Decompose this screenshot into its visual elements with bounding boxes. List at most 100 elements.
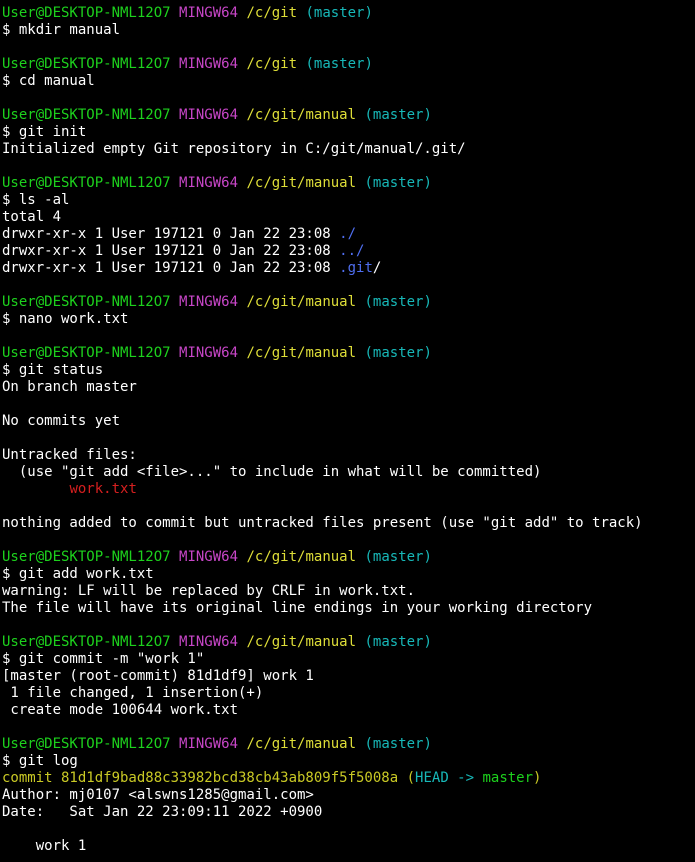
terminal-line: work 1 (2, 838, 695, 855)
terminal-text: $ cd manual (2, 73, 95, 89)
terminal-text: [master (root-commit) 81d1df9] work 1 (2, 668, 314, 684)
terminal-line: drwxr-xr-x 1 User 197121 0 Jan 22 23:08 … (2, 260, 695, 277)
prompt-branch: (master) (364, 549, 432, 565)
terminal-line: [master (root-commit) 81d1df9] work 1 (2, 668, 695, 685)
terminal-line: commit 81d1df9bad88c33982bcd38cb43ab809f… (2, 770, 695, 787)
terminal-line: The file will have its original line end… (2, 600, 695, 617)
prompt-branch: (master) (364, 634, 432, 650)
terminal-line: $ mkdir manual (2, 22, 695, 39)
terminal-line: No commits yet (2, 413, 695, 430)
terminal-line: User@DESKTOP-NML12O7 MINGW64 /c/git (mas… (2, 5, 695, 22)
terminal-text: create mode 100644 work.txt (2, 702, 239, 718)
prompt-mingw: MINGW64 (179, 294, 239, 310)
prompt-branch: (master) (305, 56, 373, 72)
prompt-user-host: User@DESKTOP-NML12O7 (2, 736, 171, 752)
directory-entry: ../ (339, 243, 365, 259)
prompt-user-host: User@DESKTOP-NML12O7 (2, 175, 171, 191)
terminal-line: Author: mj0107 <alswns1285@gmail.com> (2, 787, 695, 804)
prompt-branch: (master) (364, 294, 432, 310)
branch-ref: master (482, 770, 534, 786)
terminal-text: / (372, 260, 382, 276)
prompt-user-host: User@DESKTOP-NML12O7 (2, 345, 171, 361)
terminal-line: work.txt (2, 481, 695, 498)
terminal-text: $ git status (2, 362, 104, 378)
terminal-line: 1 file changed, 1 insertion(+) (2, 685, 695, 702)
commit-hash: ) (533, 770, 542, 786)
prompt-path: /c/git (246, 5, 298, 21)
terminal-text: $ nano work.txt (2, 311, 129, 327)
terminal-line: User@DESKTOP-NML12O7 MINGW64 /c/git/manu… (2, 175, 695, 192)
prompt-user-host: User@DESKTOP-NML12O7 (2, 56, 171, 72)
terminal-text: (use "git add <file>..." to include in w… (2, 464, 542, 480)
terminal-text: drwxr-xr-x 1 User 197121 0 Jan 22 23:08 (2, 260, 340, 276)
terminal-line: drwxr-xr-x 1 User 197121 0 Jan 22 23:08 … (2, 243, 695, 260)
prompt-mingw: MINGW64 (179, 56, 239, 72)
terminal-text: The file will have its original line end… (2, 600, 593, 616)
terminal-line: total 4 (2, 209, 695, 226)
prompt-user-host: User@DESKTOP-NML12O7 (2, 107, 171, 123)
commit-hash: ( (406, 770, 416, 786)
terminal-line: $ git commit -m "work 1" (2, 651, 695, 668)
terminal-text: work 1 (2, 838, 87, 854)
prompt-mingw: MINGW64 (179, 5, 239, 21)
prompt-user-host: User@DESKTOP-NML12O7 (2, 634, 171, 650)
terminal-text: $ git log (2, 753, 78, 769)
terminal-line: (use "git add <file>..." to include in w… (2, 464, 695, 481)
terminal-window[interactable]: User@DESKTOP-NML12O7 MINGW64 /c/git (mas… (0, 0, 695, 862)
commit-hash: commit 81d1df9bad88c33982bcd38cb43ab809f… (2, 770, 399, 786)
terminal-line: warning: LF will be replaced by CRLF in … (2, 583, 695, 600)
terminal-line: create mode 100644 work.txt (2, 702, 695, 719)
terminal-text: Date: Sat Jan 22 23:09:11 2022 +0900 (2, 804, 323, 820)
prompt-mingw: MINGW64 (179, 549, 239, 565)
terminal-line: $ git add work.txt (2, 566, 695, 583)
prompt-path: /c/git/manual (246, 345, 357, 361)
terminal-text: 1 file changed, 1 insertion(+) (2, 685, 264, 701)
prompt-branch: (master) (364, 175, 432, 191)
prompt-path: /c/git (246, 56, 298, 72)
prompt-path: /c/git/manual (246, 736, 357, 752)
terminal-text: $ git commit -m "work 1" (2, 651, 205, 667)
prompt-path: /c/git/manual (246, 634, 357, 650)
prompt-mingw: MINGW64 (179, 634, 239, 650)
terminal-line: User@DESKTOP-NML12O7 MINGW64 /c/git/manu… (2, 634, 695, 651)
terminal-line: $ cd manual (2, 73, 695, 90)
terminal-line: $ git init (2, 124, 695, 141)
terminal-line: User@DESKTOP-NML12O7 MINGW64 /c/git/manu… (2, 549, 695, 566)
prompt-branch: (master) (364, 107, 432, 123)
prompt-branch: (master) (364, 736, 432, 752)
prompt-mingw: MINGW64 (179, 736, 239, 752)
terminal-text: $ git add work.txt (2, 566, 154, 582)
terminal-text: Untracked files: (2, 447, 137, 463)
terminal-text: Author: mj0107 <alswns1285@gmail.com> (2, 787, 314, 803)
terminal-text: nothing added to commit but untracked fi… (2, 515, 643, 531)
terminal-line: $ ls -al (2, 192, 695, 209)
terminal-text: drwxr-xr-x 1 User 197121 0 Jan 22 23:08 (2, 226, 340, 242)
terminal-line: User@DESKTOP-NML12O7 MINGW64 /c/git (mas… (2, 56, 695, 73)
prompt-mingw: MINGW64 (179, 175, 239, 191)
terminal-line: User@DESKTOP-NML12O7 MINGW64 /c/git/manu… (2, 345, 695, 362)
prompt-mingw: MINGW64 (179, 345, 239, 361)
terminal-text: total 4 (2, 209, 62, 225)
terminal-line: On branch master (2, 379, 695, 396)
terminal-line: User@DESKTOP-NML12O7 MINGW64 /c/git/manu… (2, 294, 695, 311)
terminal-text: drwxr-xr-x 1 User 197121 0 Jan 22 23:08 (2, 243, 340, 259)
prompt-path: /c/git/manual (246, 294, 357, 310)
terminal-text: $ git init (2, 124, 87, 140)
prompt-user-host: User@DESKTOP-NML12O7 (2, 294, 171, 310)
terminal-line: Initialized empty Git repository in C:/g… (2, 141, 695, 158)
prompt-branch: HEAD -> (415, 770, 483, 786)
